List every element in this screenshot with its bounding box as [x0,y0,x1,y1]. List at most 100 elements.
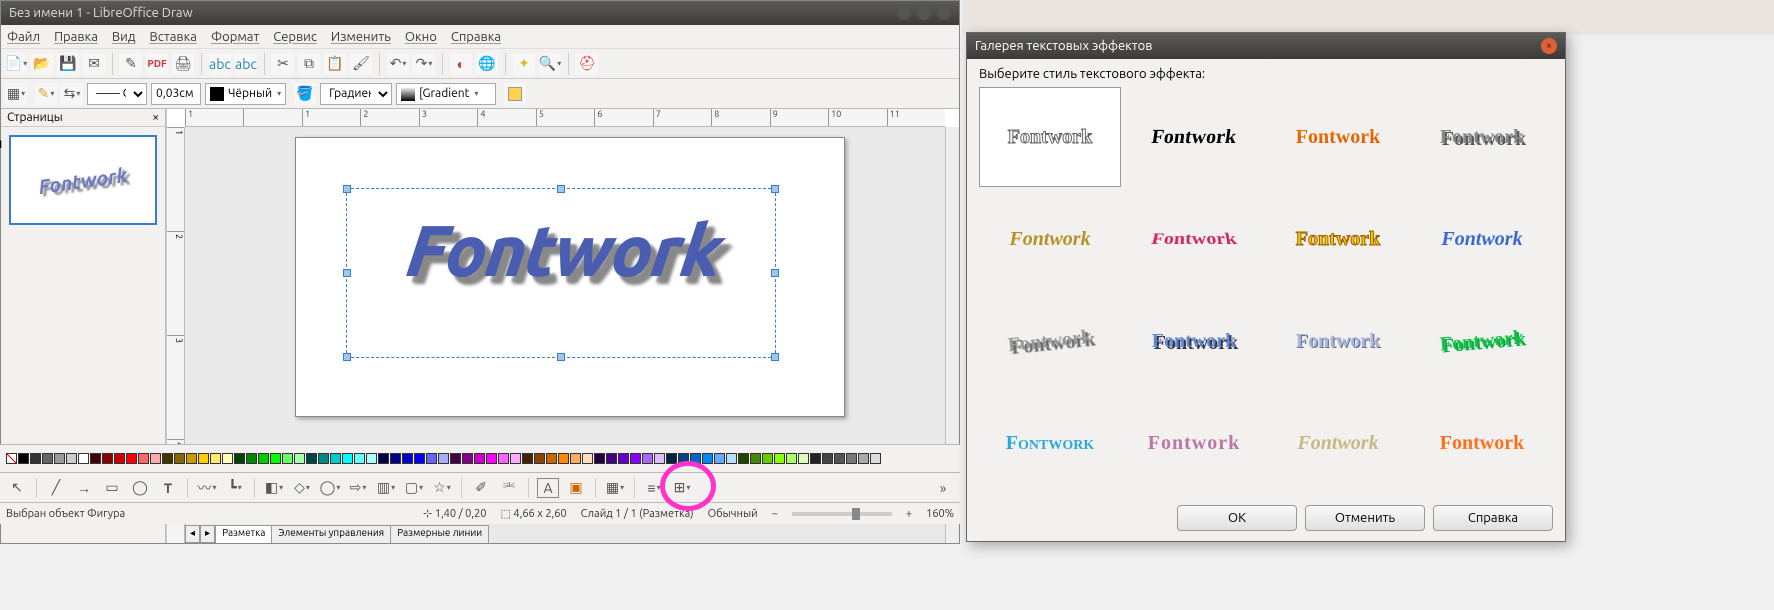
curve-tool-icon[interactable]: 〰▾ [196,478,218,498]
insert-icon[interactable]: ▦▾ [604,478,626,498]
hyperlink-icon[interactable]: 🌐 [476,53,498,75]
color-swatch[interactable] [774,453,785,464]
no-color-swatch[interactable] [6,453,17,464]
navigator-icon[interactable]: ✦ [513,53,535,75]
zoom-out-icon[interactable]: − [772,508,778,520]
color-swatch[interactable] [330,453,341,464]
color-swatch[interactable] [306,453,317,464]
menu-file[interactable]: Файл [7,30,40,44]
ok-button[interactable]: ОК [1177,505,1297,531]
color-swatch[interactable] [450,453,461,464]
fontwork-object[interactable]: Fontwork [403,209,723,290]
maximize-button[interactable] [917,6,931,20]
color-swatch[interactable] [762,453,773,464]
color-swatch[interactable] [522,453,533,464]
color-swatch[interactable] [366,453,377,464]
basic-shapes-icon[interactable]: ◇▾ [291,478,313,498]
color-swatch[interactable] [570,453,581,464]
color-swatch[interactable] [54,453,65,464]
color-swatch[interactable] [582,453,593,464]
color-swatch[interactable] [258,453,269,464]
color-swatch[interactable] [174,453,185,464]
paste-icon[interactable]: 📋 [324,53,346,75]
color-swatch[interactable] [234,453,245,464]
color-swatch[interactable] [798,453,809,464]
help-icon[interactable]: ⛑ [576,53,598,75]
tab-dimlines[interactable]: Размерные линии [390,525,489,543]
connector-tool-icon[interactable]: ┗▾ [224,478,246,498]
color-swatch[interactable] [378,453,389,464]
menu-view[interactable]: Вид [112,30,136,44]
fontwork-style-4[interactable]: Fontwork [1411,87,1553,187]
color-swatch[interactable] [318,453,329,464]
color-swatch[interactable] [282,453,293,464]
fontwork-style-1[interactable]: Fontwork [979,87,1121,187]
chart-icon[interactable]: ◐ [450,53,472,75]
dialog-close-icon[interactable]: × [1541,38,1557,54]
fontwork-style-16[interactable]: Fontwork [1411,393,1553,493]
color-swatch[interactable] [654,453,665,464]
open-icon[interactable]: 📂 [31,53,53,75]
minimize-button[interactable] [897,6,911,20]
arrange-icon[interactable]: ▦▾ [5,83,27,105]
gradient-select[interactable]: [Gradient▾ [396,83,496,105]
color-swatch[interactable] [138,453,149,464]
color-swatch[interactable] [246,453,257,464]
zoom-in-icon[interactable]: + [906,508,912,520]
color-swatch[interactable] [150,453,161,464]
email-icon[interactable]: ✉ [83,53,105,75]
color-swatch[interactable] [498,453,509,464]
color-swatch[interactable] [618,453,629,464]
color-swatch[interactable] [666,453,677,464]
fontwork-style-15[interactable]: Fontwork [1267,393,1409,493]
color-swatch[interactable] [474,453,485,464]
fontwork-style-2[interactable]: Fontwork [1116,87,1272,187]
color-swatch[interactable] [114,453,125,464]
slides-panel-close-icon[interactable]: × [152,111,159,124]
tab-controls[interactable]: Элементы управления [271,525,391,543]
color-swatch[interactable] [690,453,701,464]
spellcheck-icon[interactable]: abc [209,53,231,75]
menu-insert[interactable]: Вставка [149,30,196,44]
color-swatch[interactable] [558,453,569,464]
color-swatch[interactable] [126,453,137,464]
3d-tool-icon[interactable]: ◧▾ [263,478,285,498]
color-swatch[interactable] [90,453,101,464]
print-icon[interactable]: 🖨 [172,53,194,75]
undo-icon[interactable]: ↶▾ [387,53,409,75]
points-icon[interactable]: ✐ [470,478,492,498]
fontwork-style-13[interactable]: Fontwork [979,393,1121,493]
slide-thumbnail[interactable]: 1 Fontwork [9,135,157,225]
selection-box[interactable]: Fontwork [346,188,776,358]
flowchart-icon[interactable]: ▥▾ [375,478,397,498]
menu-edit[interactable]: Правка [54,30,98,44]
more-tools-icon[interactable]: » [932,478,954,498]
color-swatch[interactable] [702,453,713,464]
clone-format-icon[interactable]: 🖌 [350,53,372,75]
new-doc-icon[interactable]: 📄▾ [5,53,27,75]
color-swatch[interactable] [870,453,881,464]
fontwork-style-6[interactable]: Fontwork [1101,206,1288,293]
fontwork-style-3[interactable]: Fontwork [1267,87,1409,187]
zoom-slider[interactable] [792,512,892,516]
color-swatch[interactable] [726,453,737,464]
color-swatch[interactable] [678,453,689,464]
copy-icon[interactable]: ⧉ [298,53,320,75]
color-swatch[interactable] [426,453,437,464]
line-color-select[interactable]: Чёрный▾ [205,83,286,105]
block-arrows-icon[interactable]: ⇨▾ [347,478,369,498]
zoom-icon[interactable]: 🔍▾ [539,53,561,75]
fontwork-style-5[interactable]: Fontwork [979,189,1121,289]
color-swatch[interactable] [438,453,449,464]
pdf-icon[interactable]: PDF [146,53,168,75]
fontwork-gallery-icon[interactable]: A [537,478,559,498]
fontwork-style-9[interactable]: Fontwork [974,284,1126,398]
color-swatch[interactable] [486,453,497,464]
color-swatch[interactable] [414,453,425,464]
color-swatch[interactable] [42,453,53,464]
fontwork-style-7[interactable]: Fontwork [1267,189,1409,289]
fontwork-style-11[interactable]: Fontwork [1267,291,1409,391]
from-file-icon[interactable]: ▣ [565,478,587,498]
shadow-icon[interactable] [504,83,526,105]
arrow-tool-icon[interactable]: → [73,478,95,498]
